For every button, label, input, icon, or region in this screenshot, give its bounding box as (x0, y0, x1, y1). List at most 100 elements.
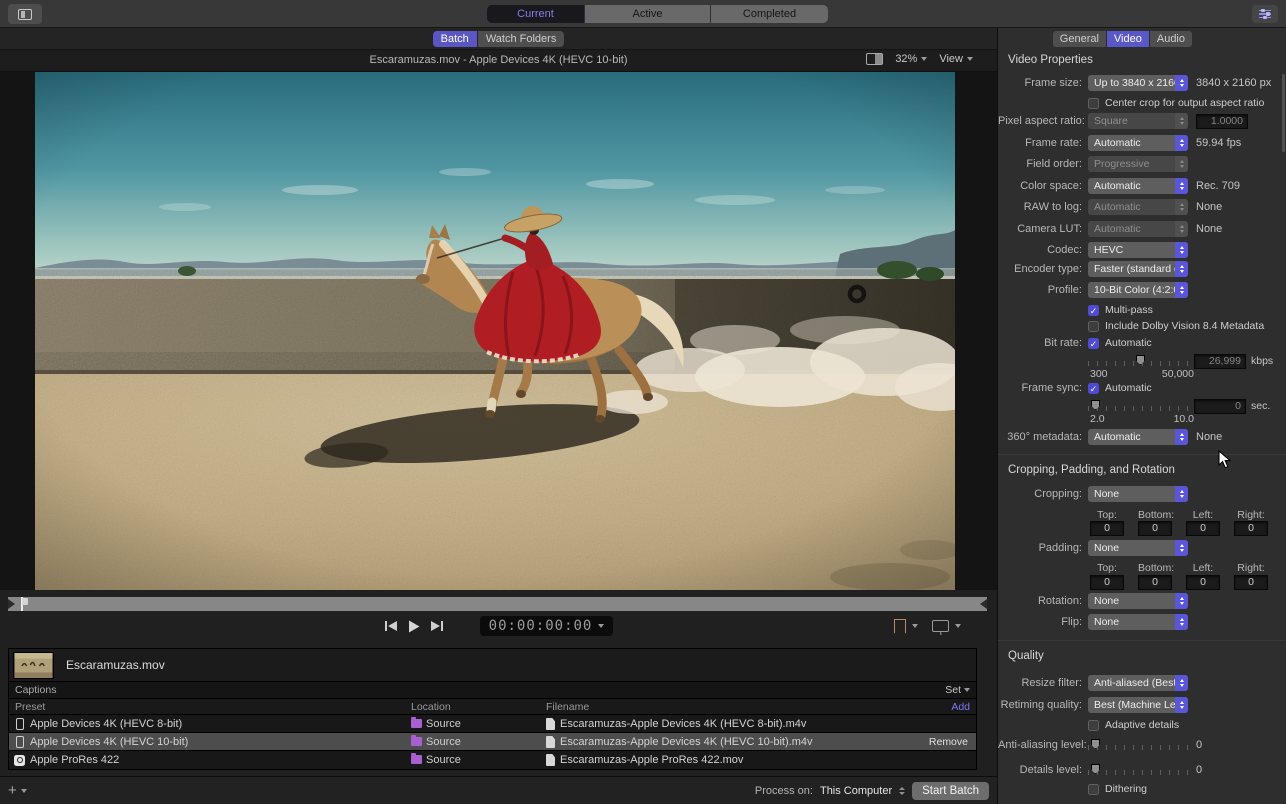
details-level-slider[interactable] (1088, 764, 1188, 776)
previous-frame-button[interactable] (384, 620, 398, 632)
bit-rate-auto-label: Automatic (1105, 337, 1152, 349)
profile-popup[interactable]: 10-Bit Color (4:2:0) (1088, 282, 1188, 298)
source-filename: Escaramuzas.mov (66, 658, 165, 672)
frame-sync-row: Frame sync: ✓ Automatic (998, 380, 1286, 396)
resize-filter-row: Resize filter: Anti-aliased (Best) (998, 675, 1286, 691)
frame-size-popup[interactable]: Up to 3840 x 2160 (1088, 75, 1188, 91)
add-output-link[interactable]: Add (951, 701, 970, 713)
captions-row[interactable]: Captions Set (9, 682, 976, 699)
timeline-track[interactable] (8, 597, 987, 611)
camera-lut-row: Camera LUT: Automatic None (998, 221, 1286, 237)
chevron-down-icon (921, 57, 927, 61)
tab-completed[interactable]: Completed (711, 5, 828, 23)
playhead[interactable] (21, 597, 23, 611)
marker-bookmark-icon[interactable] (894, 619, 906, 634)
popup-stepper-icon (1175, 261, 1188, 277)
tab-active[interactable]: Active (585, 5, 711, 23)
tab-audio[interactable]: Audio (1150, 31, 1192, 47)
resize-filter-popup[interactable]: Anti-aliased (Best) (1088, 675, 1188, 691)
inspector-toggle-button[interactable] (1252, 5, 1278, 23)
source-media-row[interactable]: Escaramuzas.mov (9, 649, 976, 682)
flip-popup[interactable]: None (1088, 614, 1188, 630)
color-space-popup[interactable]: Automatic (1088, 178, 1188, 194)
encoder-type-popup[interactable]: Faster (standard qua... (1088, 261, 1188, 277)
frame-size-info: 3840 x 2160 px (1196, 77, 1271, 89)
metadata-360-popup[interactable]: Automatic (1088, 429, 1188, 445)
tab-video[interactable]: Video (1107, 31, 1150, 47)
captions-set-dropdown[interactable]: Set (945, 684, 970, 696)
pad-bottom-field[interactable]: 0 (1138, 575, 1172, 590)
dithering-checkbox[interactable] (1088, 784, 1099, 795)
rotation-popup[interactable]: None (1088, 593, 1188, 609)
crop-right-field[interactable]: 0 (1234, 521, 1268, 536)
chevron-down-icon (967, 57, 973, 61)
add-job-button[interactable]: + (8, 782, 27, 799)
play-button[interactable] (408, 620, 420, 633)
process-on-value[interactable]: This Computer (820, 785, 892, 797)
table-row-selected[interactable]: Apple Devices 4K (HEVC 10-bit) Source Es… (9, 733, 976, 751)
pad-top-field[interactable]: 0 (1090, 575, 1124, 590)
output-filename: Escaramuzas-Apple Devices 4K (HEVC 10-bi… (560, 736, 812, 748)
remove-output-button[interactable]: Remove (929, 736, 968, 748)
pad-right-field[interactable]: 0 (1234, 575, 1268, 590)
tab-current[interactable]: Current (487, 5, 585, 23)
retiming-quality-popup[interactable]: Best (Machine Learni... (1088, 697, 1188, 713)
external-display-icon[interactable] (932, 620, 949, 632)
start-batch-button[interactable]: Start Batch (912, 782, 989, 800)
table-row[interactable]: Apple ProRes 422 Source Escaramuzas-Appl… (9, 751, 976, 769)
video-frame[interactable] (35, 72, 955, 590)
next-frame-button[interactable] (430, 620, 444, 632)
tab-watch-folders[interactable]: Watch Folders (478, 31, 565, 47)
preset-table-header: Preset Location Filename Add (9, 699, 976, 715)
split-compare-icon[interactable] (866, 53, 883, 65)
center-crop-checkbox[interactable] (1088, 98, 1099, 109)
location-value: Source (426, 718, 461, 730)
raw-to-log-popup: Automatic (1088, 199, 1188, 215)
multi-pass-row: ✓ Multi-pass (998, 302, 1286, 318)
crop-top-field[interactable]: 0 (1090, 521, 1124, 536)
cropping-edge-fields: 0 0 0 0 (998, 520, 1286, 536)
codec-row: Codec: HEVC (998, 242, 1286, 258)
chevron-down-icon[interactable] (955, 624, 961, 628)
tab-general[interactable]: General (1053, 31, 1107, 47)
timecode-display[interactable]: 00:00:00:00 (480, 616, 614, 636)
frame-sync-auto-checkbox[interactable]: ✓ (1088, 383, 1099, 394)
zoom-level-dropdown[interactable]: 32% (895, 53, 927, 65)
process-on-label: Process on: (755, 785, 813, 797)
preview-pane-toggle-button[interactable] (8, 4, 42, 24)
file-icon (546, 718, 555, 730)
popup-stepper-icon (1175, 697, 1188, 713)
cropping-popup[interactable]: None (1088, 486, 1188, 502)
crop-left-field[interactable]: 0 (1186, 521, 1220, 536)
codec-popup[interactable]: HEVC (1088, 242, 1188, 258)
frame-rate-popup[interactable]: Automatic (1088, 135, 1188, 151)
crop-bottom-field[interactable]: 0 (1138, 521, 1172, 536)
camera-lut-popup: Automatic (1088, 221, 1188, 237)
view-dropdown[interactable]: View (939, 53, 973, 65)
padding-row: Padding: None (998, 540, 1286, 556)
padding-edge-fields: 0 0 0 0 (998, 574, 1286, 590)
flip-label: Flip: (998, 616, 1088, 628)
dolby-vision-checkbox[interactable] (1088, 321, 1099, 332)
chevron-down-icon[interactable] (912, 624, 918, 628)
out-point-marker-icon[interactable] (980, 599, 987, 609)
frame-sync-max: 10.0 (1174, 413, 1194, 425)
file-icon (546, 754, 555, 766)
preview-and-batch-area: Batch Watch Folders Escaramuzas.mov - Ap… (0, 28, 997, 804)
tab-batch[interactable]: Batch (433, 31, 477, 47)
pixel-aspect-label: Pixel aspect ratio: (998, 115, 1088, 127)
adaptive-details-checkbox[interactable] (1088, 720, 1099, 731)
in-point-marker-icon[interactable] (8, 599, 15, 609)
batch-status-segmented-control: Current Active Completed (487, 5, 828, 23)
pad-left-field[interactable]: 0 (1186, 575, 1220, 590)
multi-pass-checkbox[interactable]: ✓ (1088, 305, 1099, 316)
anti-aliasing-slider[interactable] (1088, 739, 1188, 751)
bit-rate-auto-checkbox[interactable]: ✓ (1088, 338, 1099, 349)
anti-aliasing-level-label: Anti-aliasing level: (998, 739, 1088, 751)
location-value: Source (426, 736, 461, 748)
timeline-scrubber[interactable] (0, 597, 997, 611)
process-on-stepper-icon[interactable] (899, 787, 905, 795)
table-row[interactable]: Apple Devices 4K (HEVC 8-bit) Source Esc… (9, 715, 976, 733)
popup-stepper-icon (1175, 242, 1188, 258)
padding-popup[interactable]: None (1088, 540, 1188, 556)
